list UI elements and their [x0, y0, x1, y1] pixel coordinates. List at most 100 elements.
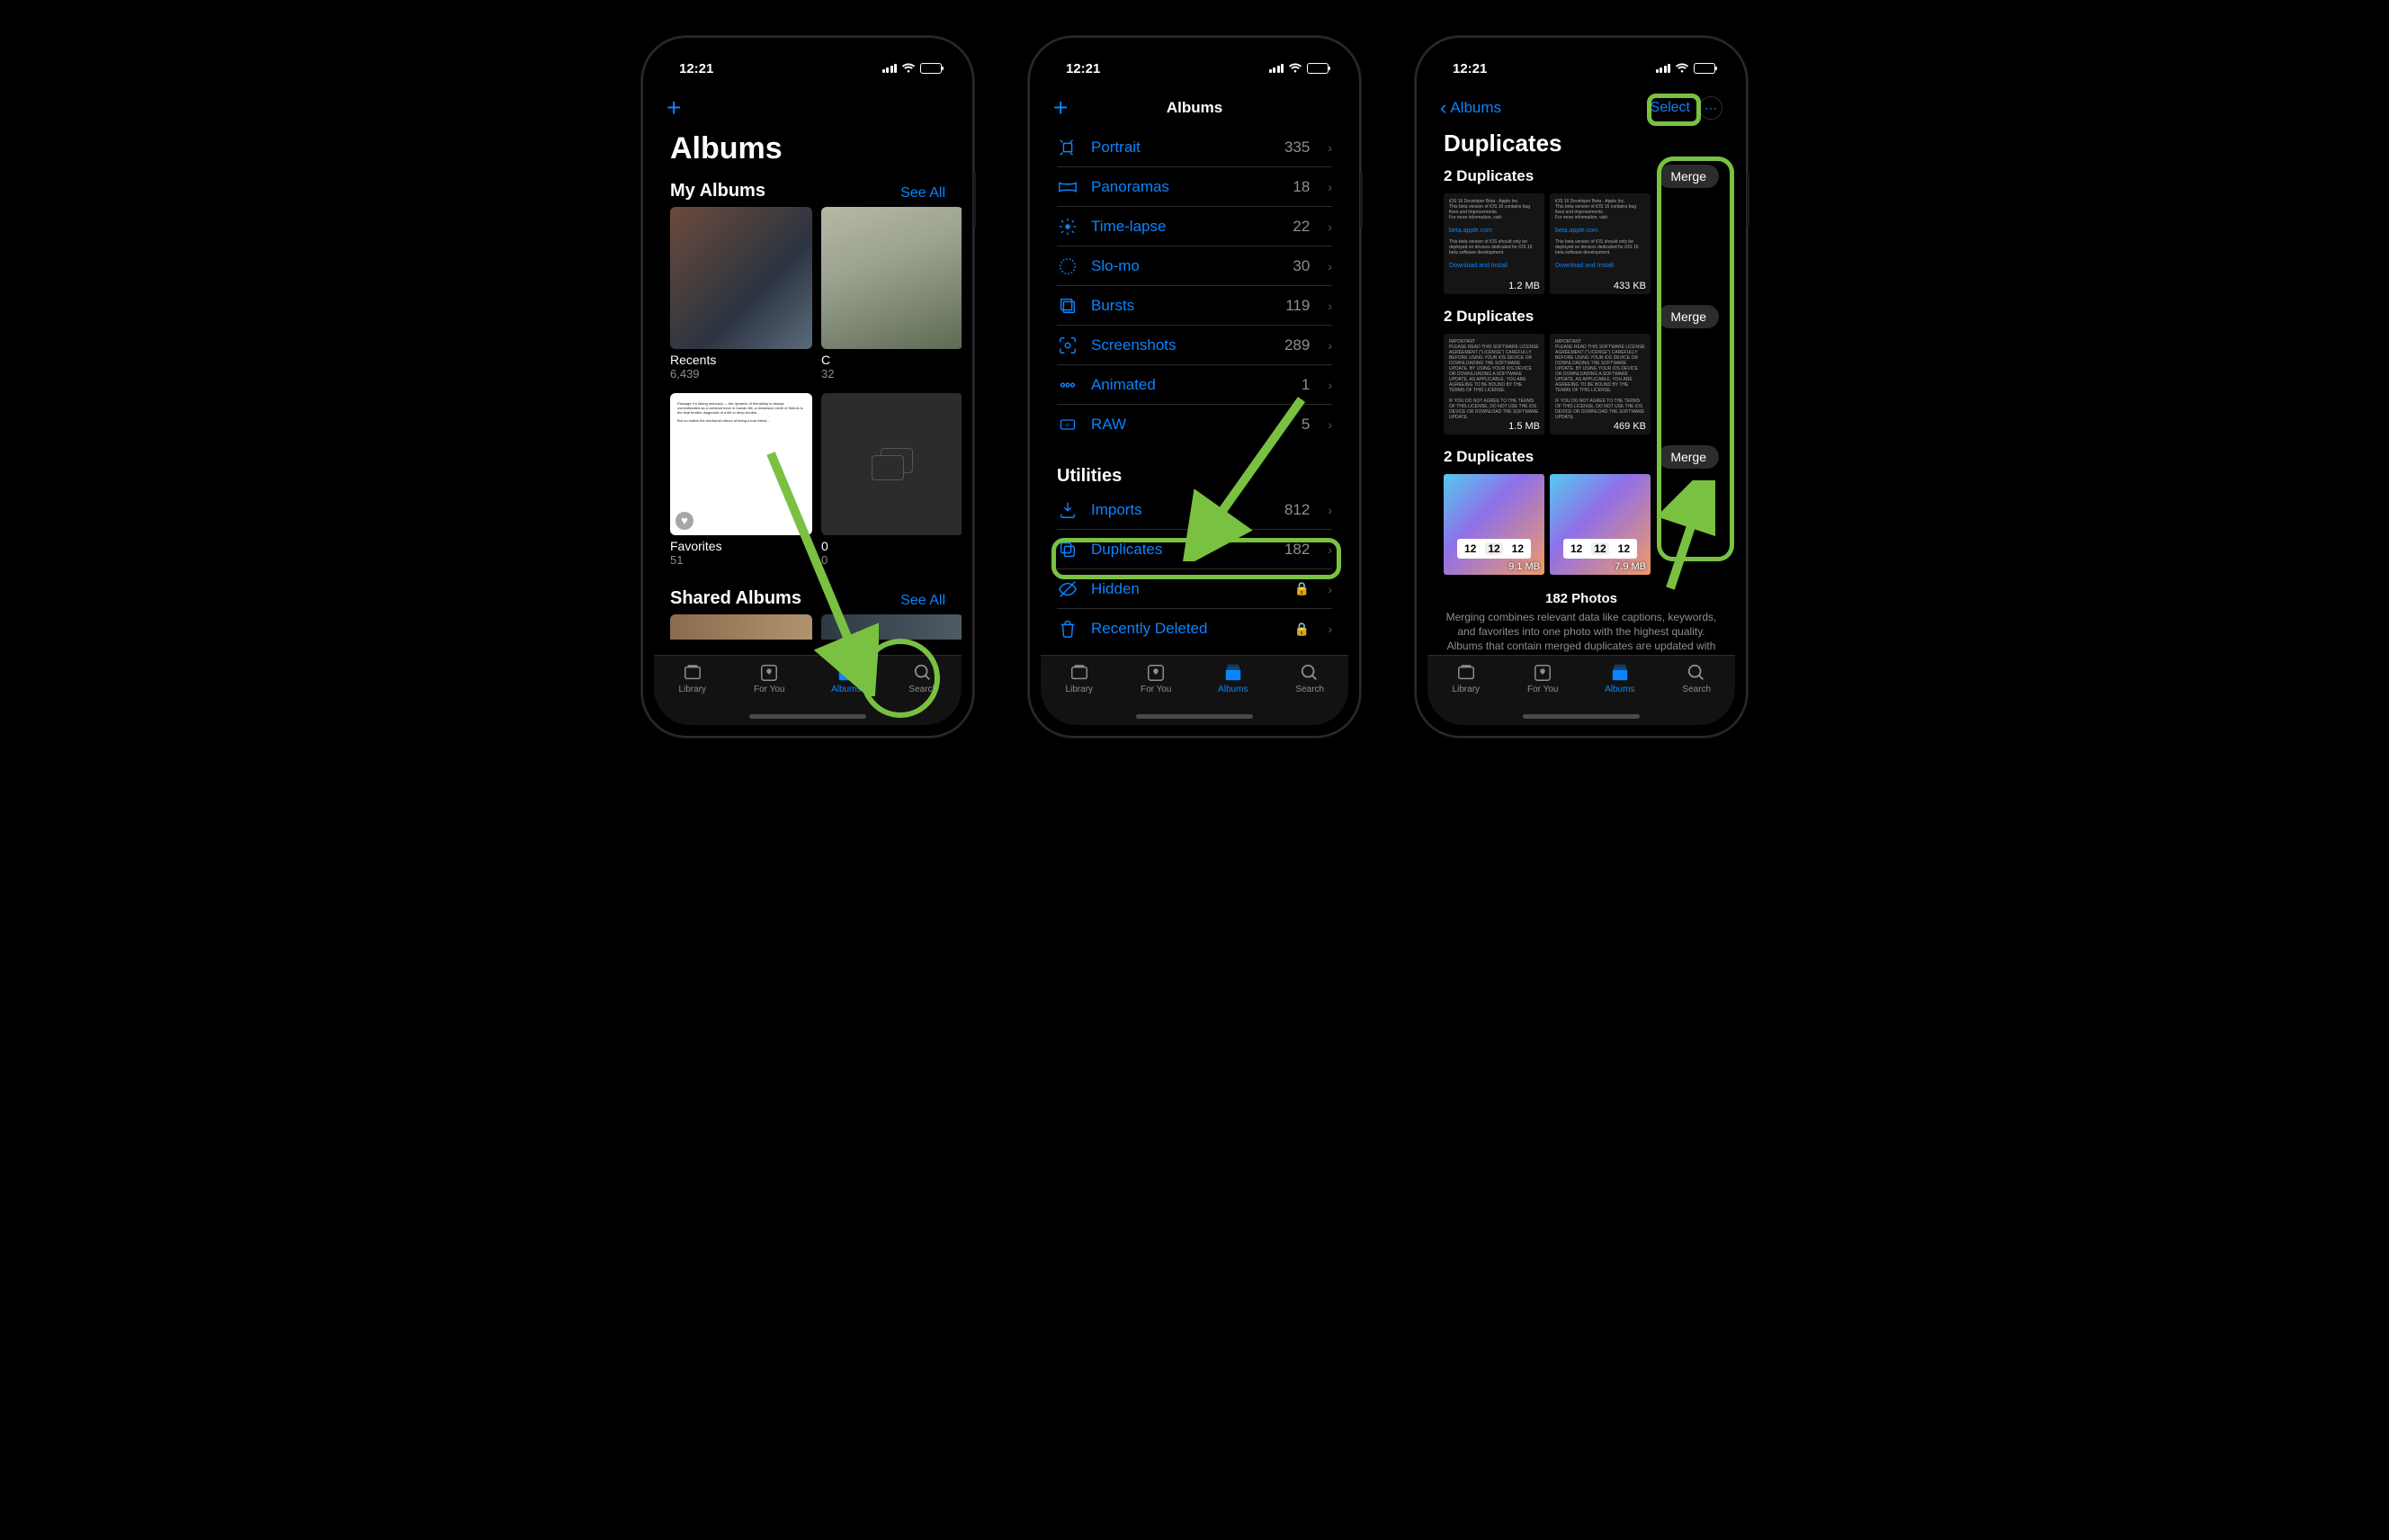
status-time: 12:21 [679, 61, 713, 76]
select-button[interactable]: Select [1651, 100, 1690, 116]
library-icon [1454, 663, 1478, 683]
more-button[interactable]: ⋯ [1699, 96, 1722, 120]
duplicate-row: 121212 9.1 MB 121212 7.9 MB [1427, 474, 1735, 578]
cal-number: 12 [1485, 542, 1502, 555]
bursts-icon [1057, 295, 1078, 317]
chevron-right-icon: › [1328, 180, 1332, 194]
row-hidden[interactable]: Hidden 🔒› [1057, 569, 1332, 609]
album-title: 0 [821, 539, 962, 553]
row-count: 30 [1293, 257, 1310, 275]
row-panoramas[interactable]: Panoramas 18› [1057, 167, 1332, 207]
for-you-icon [1144, 663, 1168, 683]
row-label: Duplicates [1091, 541, 1272, 559]
cal-number: 12 [1512, 542, 1524, 555]
duplicate-thumbnail[interactable]: iOS 16 Developer Beta · Apple Inc.This b… [1444, 193, 1544, 294]
library-icon [681, 663, 704, 683]
duplicate-thumbnail[interactable]: 121212 7.9 MB [1550, 474, 1651, 575]
row-timelapse[interactable]: Time-lapse 22› [1057, 207, 1332, 246]
notch [1523, 49, 1640, 74]
row-animated[interactable]: Animated 1› [1057, 365, 1332, 405]
duplicate-thumbnail[interactable]: IMPORTANTPLEASE READ THIS SOFTWARE LICEN… [1444, 334, 1544, 434]
tab-search[interactable]: Search [1272, 656, 1349, 725]
row-label: RAW [1091, 416, 1289, 434]
phone-frame-2: 12:21 + Albums Portrait 335› [1028, 36, 1361, 738]
add-button[interactable]: + [1053, 95, 1068, 121]
footer-description: Merging combines relevant data like capt… [1445, 610, 1717, 655]
shared-album-thumb[interactable] [670, 614, 812, 640]
merge-button[interactable]: Merge [1658, 445, 1719, 469]
home-indicator[interactable] [749, 714, 866, 719]
merge-button[interactable]: Merge [1658, 305, 1719, 328]
duplicate-thumbnail[interactable]: 121212 9.1 MB [1444, 474, 1544, 575]
see-all-button[interactable]: See All [900, 185, 945, 201]
duplicate-thumbnail[interactable]: iOS 16 Developer Beta · Apple Inc.This b… [1550, 193, 1651, 294]
chevron-right-icon: › [1328, 140, 1332, 155]
duplicate-thumbnail[interactable]: IMPORTANTPLEASE READ THIS SOFTWARE LICEN… [1550, 334, 1651, 434]
ellipsis-icon: ⋯ [1705, 101, 1717, 116]
back-button[interactable]: ‹ Albums [1440, 88, 1501, 128]
cal-number: 12 [1591, 542, 1608, 555]
album-item[interactable]: C 32 [821, 207, 962, 381]
panorama-icon [1057, 176, 1078, 198]
add-button[interactable]: + [667, 95, 681, 121]
wifi-icon [901, 63, 916, 74]
signal-icon [1656, 64, 1671, 73]
album-count: 0 [821, 553, 962, 567]
file-size: 7.9 MB [1615, 561, 1646, 572]
merge-button[interactable]: Merge [1658, 165, 1719, 188]
see-all-button[interactable]: See All [900, 593, 945, 609]
row-label: Hidden [1091, 580, 1282, 598]
album-item[interactable]: Passage I'm taking seriously — the dynam… [670, 393, 812, 567]
tab-label: Albums [1218, 685, 1248, 694]
cal-number: 12 [1570, 542, 1582, 555]
album-title: C [821, 353, 962, 367]
tab-search[interactable]: Search [1659, 656, 1736, 725]
row-slomo[interactable]: Slo-mo 30› [1057, 246, 1332, 286]
row-label: Animated [1091, 376, 1289, 394]
row-label: Slo-mo [1091, 257, 1280, 275]
heart-icon: ♥ [676, 512, 693, 530]
nav-bar: + Albums [1041, 88, 1348, 128]
tab-library[interactable]: Library [654, 656, 731, 725]
album-thumbnail [670, 207, 812, 349]
media-types-list: Portrait 335› Panoramas 18› Time-lapse 2… [1041, 128, 1348, 444]
trash-icon [1057, 618, 1078, 640]
chevron-left-icon: ‹ [1440, 96, 1446, 120]
tab-library[interactable]: Library [1427, 656, 1505, 725]
row-bursts[interactable]: Bursts 119 › [1057, 286, 1332, 326]
wifi-icon [1675, 63, 1689, 74]
battery-icon [1307, 63, 1329, 74]
for-you-icon [757, 663, 781, 683]
row-imports[interactable]: Imports 812› [1057, 490, 1332, 530]
row-screenshots[interactable]: Screenshots 289› [1057, 326, 1332, 365]
chevron-right-icon: › [1328, 299, 1332, 313]
cal-number: 12 [1464, 542, 1476, 555]
home-indicator[interactable] [1523, 714, 1640, 719]
shared-album-thumb[interactable] [821, 614, 962, 640]
home-indicator[interactable] [1136, 714, 1253, 719]
row-raw[interactable]: R RAW 5› [1057, 405, 1332, 444]
row-count: 119 [1285, 297, 1310, 315]
album-count: 51 [670, 553, 812, 567]
chevron-right-icon: › [1328, 378, 1332, 392]
svg-text:R: R [1066, 424, 1069, 429]
section-label: Shared Albums [670, 588, 801, 609]
row-label: Bursts [1091, 297, 1273, 315]
tab-search[interactable]: Search [885, 656, 962, 725]
album-item[interactable]: 0 0 [821, 393, 962, 567]
footer-title: 182 Photos [1445, 591, 1717, 606]
chevron-right-icon: › [1328, 582, 1332, 596]
tab-library[interactable]: Library [1041, 656, 1118, 725]
tab-label: Library [1065, 685, 1093, 694]
notch [749, 49, 866, 74]
row-recently-deleted[interactable]: Recently Deleted 🔒› [1057, 609, 1332, 649]
row-duplicates[interactable]: Duplicates 182› [1057, 530, 1332, 569]
duplicate-group-title: 2 Duplicates [1444, 308, 1534, 326]
utilities-list: Imports 812› Duplicates 182› Hidden 🔒› [1041, 490, 1348, 649]
library-icon [1068, 663, 1091, 683]
back-label: Albums [1450, 99, 1501, 117]
imports-icon [1057, 499, 1078, 521]
row-portrait[interactable]: Portrait 335› [1057, 128, 1332, 167]
raw-icon: R [1057, 414, 1078, 435]
album-item[interactable]: Recents 6,439 [670, 207, 812, 381]
